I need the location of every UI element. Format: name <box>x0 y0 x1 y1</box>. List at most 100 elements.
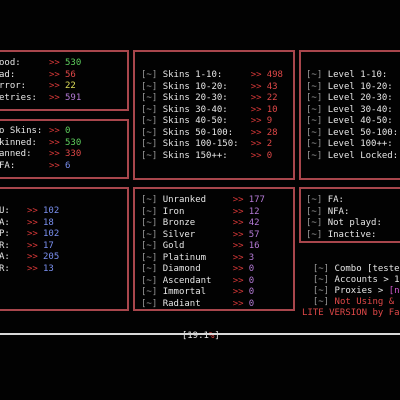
rank-label: Silver <box>162 229 196 240</box>
bracket-icon: [~] <box>141 104 158 115</box>
bracket-icon: [~] <box>141 93 158 103</box>
level-row: [~] Level 1-10: <box>306 70 400 81</box>
account-status-label: FA: <box>327 195 344 205</box>
rank-value: 0 <box>248 275 255 286</box>
skin-status-label: kinned: <box>0 137 37 148</box>
rank-label: Radiant <box>162 298 201 309</box>
arrow-icon: >> <box>232 298 244 309</box>
footer-divider <box>0 333 400 335</box>
arrow-icon: >> <box>49 58 60 68</box>
lite-version-label: LITE VERSION by Fas <box>302 308 400 318</box>
account-status-label: Not playd: <box>327 218 382 228</box>
level-label: Level 30-40: <box>327 104 393 115</box>
bracket-icon: [~] <box>141 241 158 251</box>
bracket-icon: [~] <box>306 150 323 161</box>
bracket-icon: [~] <box>306 229 323 240</box>
account-status-label: Inactive: <box>327 229 377 240</box>
skins-row: [~] Skins 30-40: >> 10 <box>141 105 278 116</box>
proxy-note: Not Using & Ha <box>334 297 400 307</box>
skins-row: [~] Skins 10-20: >> 43 <box>141 82 278 93</box>
skin-status-value: 6 <box>65 160 71 171</box>
account-status-row: [~] Not playd: <box>306 218 398 229</box>
arrow-icon: >> <box>250 116 262 126</box>
skins-label: Skins 100-150: <box>162 139 239 149</box>
skins-label: Skins 40-50: <box>162 116 228 126</box>
bracket-icon: [~] <box>141 81 158 92</box>
skin-status-row: o Skins: >> 0 <box>0 126 70 137</box>
bracket-icon: [~] <box>306 127 323 138</box>
skin-status-row: FA: >> 6 <box>0 161 70 172</box>
summary-row: rror: >> 22 <box>0 81 76 92</box>
region-label: R: <box>0 240 10 251</box>
rank-value: 42 <box>248 218 260 228</box>
arrow-icon: >> <box>27 206 38 216</box>
arrow-icon: >> <box>49 126 60 136</box>
arrow-icon: >> <box>250 93 262 103</box>
arrow-icon: >> <box>250 127 262 138</box>
arrow-icon: >> <box>49 81 60 91</box>
region-row: P: >> 102 <box>0 229 59 240</box>
bracket-icon: [~] <box>306 93 323 103</box>
summary-value: 22 <box>65 81 76 91</box>
region-value: 102 <box>43 206 60 216</box>
summary-row: etries: >> 591 <box>0 93 81 104</box>
bracket-icon: [~] <box>306 218 323 228</box>
skins-row: [~] Skins 40-50: >> 9 <box>141 116 272 127</box>
rank-value: 3 <box>248 252 255 263</box>
skins-label: Skins 50-100: <box>162 127 234 138</box>
skin-status-label: FA: <box>0 160 16 171</box>
bracket-icon: [~] <box>141 195 158 205</box>
rank-row: [~] Silver >> 57 <box>141 230 260 241</box>
skins-label: Skins 20-30: <box>162 93 228 103</box>
bracket-icon: [~] <box>312 297 330 307</box>
level-row: [~] Level 10-20: <box>306 82 400 93</box>
summary-label: etries: <box>0 92 37 103</box>
level-row: [~] Level 20-30: <box>306 93 400 104</box>
arrow-icon: >> <box>49 160 60 171</box>
arrow-icon: >> <box>27 252 38 262</box>
arrow-icon: >> <box>232 264 244 274</box>
rank-label: Platinum <box>162 252 207 263</box>
region-value: 205 <box>43 252 60 262</box>
bracket-icon: [~] <box>306 195 323 205</box>
rank-label: Iron <box>162 206 185 217</box>
skins-label: Skins 10-20: <box>162 81 228 92</box>
bracket-icon: [~] <box>141 275 158 286</box>
skin-status-row: anned: >> 330 <box>0 149 81 160</box>
bracket-icon: [~] <box>141 150 158 161</box>
rank-value: 0 <box>248 298 255 309</box>
region-value: 17 <box>43 240 54 251</box>
skins-value: 2 <box>266 139 273 149</box>
bracket-icon: [~] <box>141 70 158 80</box>
summary-row: ad: >> 56 <box>0 70 76 81</box>
summary-value: 56 <box>65 69 76 80</box>
rank-value: 16 <box>248 241 260 251</box>
region-value: 18 <box>43 217 54 228</box>
region-row: R: >> 17 <box>0 241 54 252</box>
rank-value: 0 <box>248 287 255 297</box>
region-label: A: <box>0 217 10 228</box>
bracket-icon: [~] <box>141 252 158 263</box>
bracket-icon: [~] <box>306 116 323 126</box>
bracket-icon: [~] <box>306 104 323 115</box>
skins-row: [~] Skins 50-100: >> 28 <box>141 128 278 139</box>
proxy-note-row: [~] Not Using & Ha <box>302 286 400 308</box>
rank-label: Ascendant <box>162 275 212 286</box>
skins-label: Skins 30-40: <box>162 104 228 115</box>
skin-status-row: kinned: >> 530 <box>0 138 81 149</box>
arrow-icon: >> <box>232 206 244 217</box>
arrow-icon: >> <box>27 263 38 274</box>
rank-label: Immortal <box>162 287 207 297</box>
rank-label: Diamond <box>162 264 201 274</box>
level-row: [~] Level 30-40: <box>306 105 400 116</box>
skins-label: Skins 1-10: <box>162 70 223 80</box>
bracket-icon: [~] <box>141 218 158 228</box>
arrow-icon: >> <box>250 81 262 92</box>
summary-label: ood: <box>0 58 21 68</box>
level-label: Level 1-10: <box>327 70 388 80</box>
bracket-icon: [~] <box>141 298 158 309</box>
level-label: Level 40-50: <box>327 116 393 126</box>
arrow-icon: >> <box>27 217 38 228</box>
bracket-icon: [~] <box>141 127 158 138</box>
region-row: A: >> 18 <box>0 218 54 229</box>
